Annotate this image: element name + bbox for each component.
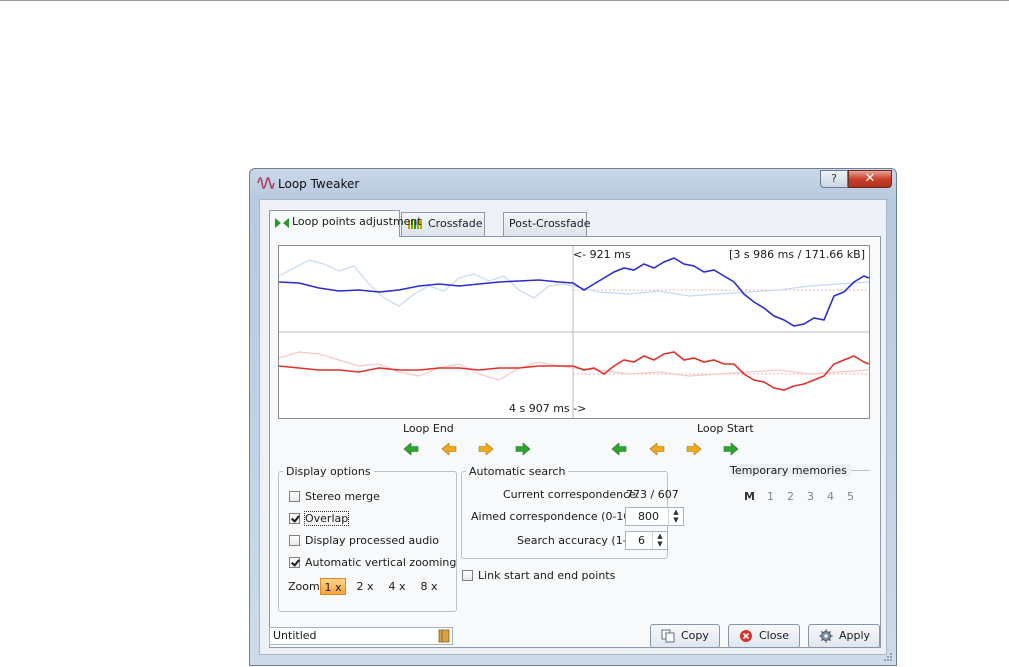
stereo-merge-label[interactable]: Stereo merge (305, 490, 380, 503)
current-correspondence-label: Current correspondence: (503, 488, 640, 501)
close-icon (740, 630, 752, 642)
tab-loop-points-adjustment[interactable]: Loop points adjustment (269, 210, 422, 237)
loop-start-left-green-arrow-icon[interactable] (611, 442, 627, 456)
top-border-line (0, 0, 1009, 1)
close-button[interactable]: Close (728, 624, 800, 648)
gear-icon (819, 629, 833, 643)
temporary-memories-title: Temporary memories (730, 464, 851, 477)
copy-button-label: Copy (681, 629, 709, 642)
sample-info-label: [3 s 986 ms / 171.66 kB] (729, 248, 865, 261)
close-button-label: Close (759, 629, 789, 642)
preset-name-field[interactable]: Untitled (269, 627, 453, 645)
memory-m-button[interactable]: M (744, 490, 755, 503)
upper-main-wave (279, 257, 869, 327)
stereo-merge-checkbox[interactable] (289, 491, 300, 502)
tab-post-crossfade[interactable]: Post-Crossfade (503, 212, 591, 236)
zoom-1x-button[interactable]: 1 x (320, 578, 346, 595)
loop-start-label: Loop Start (697, 422, 754, 435)
window-close-button[interactable]: ✕ (848, 170, 892, 188)
memory-1-button[interactable]: 1 (767, 490, 774, 503)
link-start-end-checkbox[interactable] (462, 570, 473, 581)
current-correspondence-value: 773 / 607 (626, 488, 679, 501)
automatic-vertical-zooming-label[interactable]: Automatic vertical zooming (305, 556, 456, 569)
display-options-title: Display options (286, 465, 371, 478)
left-time-marker: <- 921 ms (573, 248, 631, 261)
apply-button-label: Apply (839, 629, 871, 642)
spinner-arrows-icon[interactable]: ▲ ▼ (652, 532, 667, 549)
display-processed-audio-checkbox[interactable] (289, 535, 300, 546)
waveform-svg (279, 246, 869, 418)
automatic-search-title: Automatic search (469, 465, 566, 478)
memory-4-button[interactable]: 4 (827, 490, 834, 503)
waveform-display[interactable]: <- 921 ms [3 s 986 ms / 171.66 kB] 4 s 9… (278, 245, 870, 419)
resize-grip-icon[interactable] (883, 652, 893, 662)
tab-label: Post-Crossfade (509, 217, 591, 230)
loop-end-right-orange-arrow-icon[interactable] (478, 442, 494, 456)
search-accuracy-value: 6 (638, 534, 645, 547)
search-accuracy-label: Search accuracy (1-9) (517, 534, 638, 547)
overlap-checkbox[interactable] (289, 513, 300, 524)
help-button[interactable]: ? (820, 170, 848, 188)
overlap-label[interactable]: Overlap (303, 511, 350, 526)
dialog-client-area: Loop points adjustment Crossfade Post-Cr… (259, 199, 887, 655)
loop-start-right-green-arrow-icon[interactable] (723, 442, 739, 456)
memory-2-button[interactable]: 2 (787, 490, 794, 503)
automatic-vertical-zooming-checkbox[interactable] (289, 557, 300, 568)
search-accuracy-spinbox[interactable]: 6 ▲ ▼ (625, 531, 668, 550)
bottom-time-marker: 4 s 907 ms -> (509, 402, 587, 415)
tab-label: Crossfade (428, 217, 483, 230)
window-title: Loop Tweaker (278, 177, 360, 191)
loop-end-left-green-arrow-icon[interactable] (403, 442, 419, 456)
loop-end-left-orange-arrow-icon[interactable] (441, 442, 457, 456)
link-start-end-label[interactable]: Link start and end points (478, 569, 615, 582)
loop-start-right-orange-arrow-icon[interactable] (686, 442, 702, 456)
loop-start-left-orange-arrow-icon[interactable] (649, 442, 665, 456)
loop-tweaker-window: Loop Tweaker ? ✕ Loop points adjustment … (249, 168, 897, 666)
memory-3-button[interactable]: 3 (807, 490, 814, 503)
loop-points-icon (275, 218, 289, 228)
aimed-correspondence-label: Aimed correspondence (0-1000) (471, 510, 649, 523)
app-waveform-icon (257, 176, 275, 190)
aimed-correspondence-spinbox[interactable]: 800 ▲ ▼ (625, 507, 684, 526)
copy-button[interactable]: Copy (650, 624, 720, 648)
preset-book-icon[interactable] (438, 629, 450, 643)
zoom-4x-button[interactable]: 4 x (386, 578, 408, 595)
zoom-label: Zoom (288, 580, 320, 593)
zoom-2x-button[interactable]: 2 x (354, 578, 376, 595)
display-processed-audio-label[interactable]: Display processed audio (305, 534, 439, 547)
apply-button[interactable]: Apply (808, 624, 880, 648)
copy-icon (661, 629, 675, 643)
tab-label: Loop points adjustment (292, 215, 422, 228)
loop-end-label: Loop End (403, 422, 454, 435)
memory-5-button[interactable]: 5 (847, 490, 854, 503)
loop-end-right-green-arrow-icon[interactable] (515, 442, 531, 456)
preset-name-value: Untitled (273, 629, 317, 642)
lower-main-wave (279, 351, 869, 391)
spinner-arrows-icon[interactable]: ▲ ▼ (668, 508, 683, 525)
zoom-8x-button[interactable]: 8 x (418, 578, 440, 595)
aimed-correspondence-value: 800 (638, 510, 659, 523)
title-bar[interactable]: Loop Tweaker ? ✕ (250, 169, 896, 197)
